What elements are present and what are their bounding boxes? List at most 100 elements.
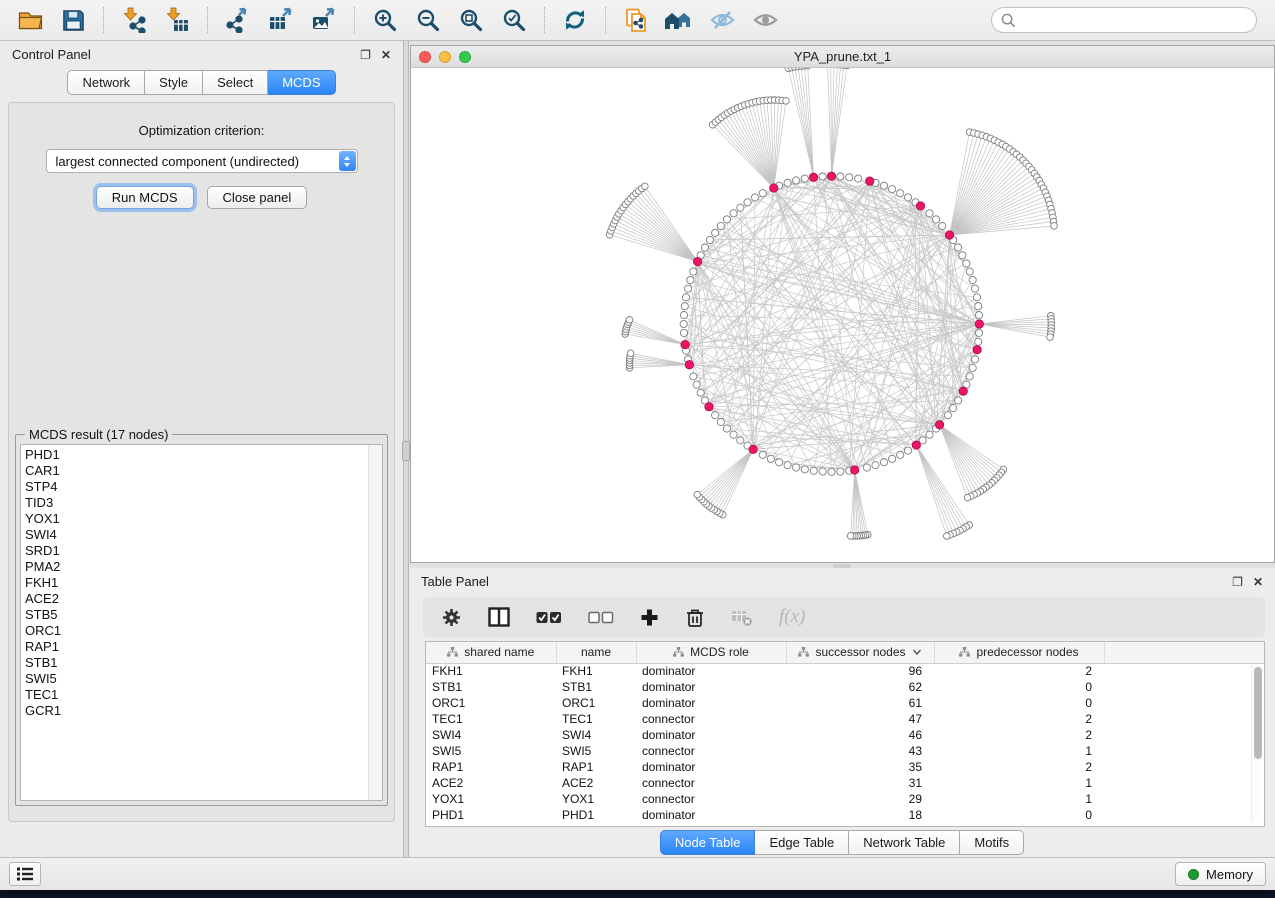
- network-node[interactable]: [973, 294, 980, 301]
- network-node[interactable]: [975, 303, 982, 310]
- network-hub-node[interactable]: [866, 177, 874, 185]
- network-hub-node[interactable]: [850, 466, 858, 474]
- network-node[interactable]: [706, 236, 713, 243]
- network-node[interactable]: [693, 381, 700, 388]
- network-node[interactable]: [690, 373, 697, 380]
- network-node[interactable]: [944, 412, 951, 419]
- table-row[interactable]: ORC1ORC1dominator610: [426, 695, 1264, 711]
- network-node[interactable]: [801, 175, 808, 182]
- network-node[interactable]: [697, 389, 704, 396]
- memory-button[interactable]: Memory: [1175, 862, 1266, 886]
- splitter-grip[interactable]: [402, 441, 410, 461]
- tab-select[interactable]: Select: [203, 70, 268, 95]
- table-row[interactable]: RAP1RAP1dominator352: [426, 759, 1264, 775]
- export-network-button[interactable]: [218, 3, 258, 37]
- hide-selected-button[interactable]: [702, 3, 742, 37]
- network-node[interactable]: [880, 182, 887, 189]
- network-hub-node[interactable]: [973, 345, 981, 353]
- delete-column-button[interactable]: [685, 607, 705, 628]
- table-row[interactable]: TEC1TEC1connector472: [426, 711, 1264, 727]
- mcds-result-item[interactable]: YOX1: [25, 511, 368, 527]
- mcds-result-scrollbar[interactable]: [368, 445, 382, 800]
- network-node[interactable]: [897, 451, 904, 458]
- close-panel-button[interactable]: Close panel: [207, 186, 308, 209]
- table-row[interactable]: YOX1YOX1connector291: [426, 791, 1264, 807]
- network-canvas[interactable]: [411, 68, 1274, 562]
- network-node[interactable]: [690, 268, 697, 275]
- network-node[interactable]: [837, 468, 844, 475]
- network-node[interactable]: [737, 437, 744, 444]
- network-node[interactable]: [969, 276, 976, 283]
- optimization-criterion-select[interactable]: largest connected component (undirected): [46, 149, 358, 173]
- network-node[interactable]: [828, 468, 835, 475]
- network-node[interactable]: [889, 455, 896, 462]
- network-node[interactable]: [963, 260, 970, 267]
- float-panel-icon[interactable]: ❐: [360, 49, 371, 61]
- network-node[interactable]: [819, 173, 826, 180]
- show-neighbors-button[interactable]: [659, 3, 699, 37]
- network-node[interactable]: [954, 244, 961, 251]
- open-session-button[interactable]: [10, 3, 50, 37]
- network-node[interactable]: [712, 412, 719, 419]
- table-row[interactable]: STB1STB1dominator620: [426, 679, 1264, 695]
- network-node[interactable]: [904, 447, 911, 454]
- mcds-result-item[interactable]: FKH1: [25, 575, 368, 591]
- network-node[interactable]: [642, 183, 649, 190]
- network-node[interactable]: [926, 431, 933, 438]
- close-panel-icon[interactable]: ✕: [1253, 576, 1263, 588]
- network-node[interactable]: [801, 466, 808, 473]
- mcds-result-item[interactable]: SRD1: [25, 543, 368, 559]
- table-scrollbar-thumb[interactable]: [1254, 667, 1262, 759]
- network-hub-node[interactable]: [749, 445, 757, 453]
- mcds-result-item[interactable]: SWI4: [25, 527, 368, 543]
- deselect-all-button[interactable]: [588, 611, 614, 624]
- network-node[interactable]: [680, 329, 687, 336]
- network-node[interactable]: [975, 312, 982, 319]
- close-panel-icon[interactable]: ✕: [381, 49, 391, 61]
- network-hub-node[interactable]: [705, 402, 713, 410]
- network-node[interactable]: [819, 468, 826, 475]
- network-node[interactable]: [723, 425, 730, 432]
- run-mcds-button[interactable]: Run MCDS: [96, 186, 194, 209]
- network-node[interactable]: [950, 404, 957, 411]
- network-graph[interactable]: [411, 68, 1274, 562]
- network-node[interactable]: [767, 455, 774, 462]
- network-node[interactable]: [932, 216, 939, 223]
- network-node[interactable]: [1047, 334, 1054, 341]
- import-network-button[interactable]: [114, 3, 154, 37]
- table-row[interactable]: SWI4SWI4dominator462: [426, 727, 1264, 743]
- zoom-fit-button[interactable]: [451, 3, 491, 37]
- mcds-result-item[interactable]: PHD1: [25, 447, 368, 463]
- network-hub-node[interactable]: [916, 202, 924, 210]
- mcds-result-item[interactable]: STP4: [25, 479, 368, 495]
- column-header-name[interactable]: name: [556, 642, 636, 663]
- network-hub-node[interactable]: [693, 257, 701, 265]
- network-node[interactable]: [872, 462, 879, 469]
- network-node[interactable]: [682, 294, 689, 301]
- network-node[interactable]: [730, 431, 737, 438]
- network-node[interactable]: [723, 216, 730, 223]
- save-session-button[interactable]: [53, 3, 93, 37]
- network-node[interactable]: [810, 467, 817, 474]
- zoom-in-button[interactable]: [365, 3, 405, 37]
- mcds-result-item[interactable]: ORC1: [25, 623, 368, 639]
- network-hub-node[interactable]: [959, 387, 967, 395]
- network-node[interactable]: [684, 285, 691, 292]
- column-header-predecessor-nodes[interactable]: predecessor nodes: [934, 642, 1104, 663]
- panel-splitter-horizontal[interactable]: [409, 563, 1275, 568]
- network-node[interactable]: [904, 194, 911, 201]
- network-node[interactable]: [681, 303, 688, 310]
- network-node[interactable]: [759, 451, 766, 458]
- network-node[interactable]: [717, 418, 724, 425]
- network-hub-node[interactable]: [809, 173, 817, 181]
- tab-network-table[interactable]: Network Table: [849, 830, 960, 855]
- network-node[interactable]: [971, 356, 978, 363]
- network-hub-node[interactable]: [935, 421, 943, 429]
- network-node[interactable]: [971, 285, 978, 292]
- tab-mcds[interactable]: MCDS: [268, 70, 335, 95]
- zoom-selected-button[interactable]: [494, 3, 534, 37]
- network-node[interactable]: [784, 462, 791, 469]
- network-node[interactable]: [837, 173, 844, 180]
- table-row[interactable]: ACE2ACE2connector311: [426, 775, 1264, 791]
- tab-network[interactable]: Network: [67, 70, 145, 95]
